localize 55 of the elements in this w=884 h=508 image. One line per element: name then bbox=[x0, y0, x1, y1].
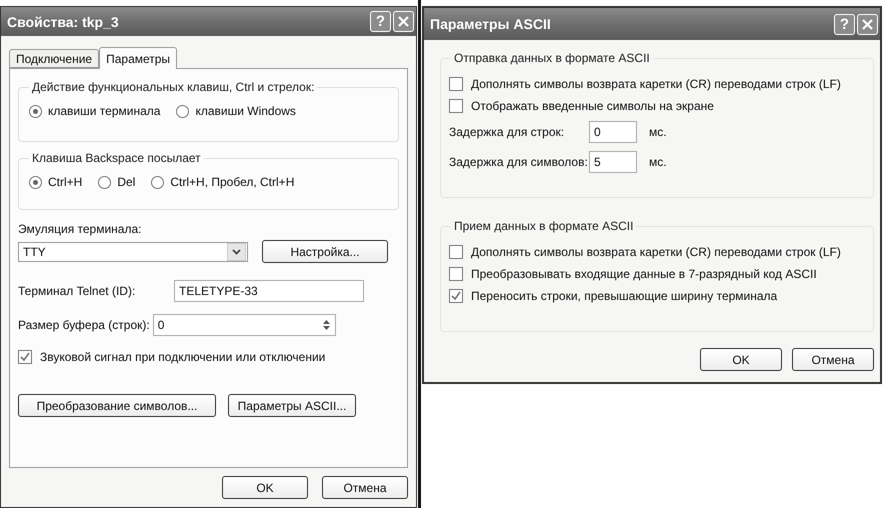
close-button[interactable] bbox=[857, 14, 878, 34]
field-label: Задержка для строк: bbox=[449, 125, 566, 139]
tab[interactable]: Подключение bbox=[9, 49, 100, 68]
checkbox[interactable] bbox=[449, 267, 463, 281]
close-icon bbox=[862, 18, 873, 30]
field-label: Размер буфера (строк): bbox=[18, 318, 150, 332]
terminal-dropdown[interactable]: TTY bbox=[18, 242, 248, 262]
field-label: Задержка для символов: bbox=[449, 155, 589, 169]
window-title: Свойства: tkp_3 bbox=[7, 14, 119, 30]
field-label: Терминал Telnet (ID): bbox=[18, 284, 136, 298]
checkbox[interactable] bbox=[18, 350, 32, 364]
group-legend: Отправка данных в формате ASCII bbox=[451, 51, 653, 65]
radio-button[interactable] bbox=[151, 176, 164, 188]
radio-button[interactable] bbox=[98, 176, 112, 188]
radio-button[interactable] bbox=[29, 104, 42, 118]
buffer-size-spinner[interactable]: 0 bbox=[152, 314, 336, 336]
window-title: Параметры ASCII bbox=[430, 16, 551, 32]
telnet-id-field[interactable]: TELETYPE-33 bbox=[174, 280, 364, 302]
radio-label: клавиши Windows bbox=[195, 104, 296, 118]
unit-label: мс. bbox=[649, 155, 667, 169]
close-button[interactable] bbox=[393, 11, 414, 32]
checkbox[interactable] bbox=[449, 99, 463, 113]
delay-field[interactable]: 0 bbox=[589, 121, 637, 143]
cancel-button[interactable]: Отмена bbox=[792, 348, 874, 371]
checkbox-label: Переносить строки, превышающие ширину терминала bbox=[471, 289, 778, 303]
radio-button[interactable] bbox=[176, 104, 190, 118]
radio-label: Del bbox=[117, 175, 136, 189]
setup-button[interactable]: Настройка... bbox=[262, 240, 388, 263]
radio-label: клавиши терминала bbox=[48, 104, 160, 118]
dialog-button[interactable]: Параметры ASCII... bbox=[228, 394, 356, 417]
ok-button[interactable]: OK bbox=[222, 476, 308, 499]
radio-label: Ctrl+H bbox=[48, 175, 82, 189]
field-label: Эмуляция терминала: bbox=[18, 222, 142, 236]
checkbox-label: Дополнять символы возврата каретки (CR) переводами строк (LF) bbox=[471, 77, 841, 91]
group-legend: Действие функциональных клавиш, Ctrl и стрелок: bbox=[29, 80, 318, 94]
checkbox[interactable] bbox=[449, 289, 463, 303]
checkbox[interactable] bbox=[449, 77, 463, 91]
unit-label: мс. bbox=[649, 125, 667, 139]
spinner-arrows-icon bbox=[322, 319, 331, 331]
tab[interactable]: Параметры bbox=[99, 47, 178, 69]
checkbox-label: Преобразовывать входящие данные в 7-разрядный код ASCII bbox=[471, 267, 817, 281]
checkbox-label: Звуковой сигнал при подключении или отключении bbox=[40, 350, 326, 364]
radio-button[interactable] bbox=[29, 176, 42, 188]
ok-button[interactable]: OK bbox=[700, 348, 782, 371]
radio-label: Ctrl+H, Пробел, Ctrl+H bbox=[170, 175, 294, 189]
checkbox-label: Дополнять символы возврата каретки (CR) переводами строк (LF) bbox=[471, 245, 841, 259]
checkbox[interactable] bbox=[449, 245, 463, 259]
dialog-button[interactable]: Преобразование символов... bbox=[18, 394, 216, 417]
checkbox-label: Отображать введенные символы на экране bbox=[471, 99, 714, 113]
delay-field[interactable]: 5 bbox=[589, 151, 637, 173]
chevron-down-icon bbox=[232, 248, 241, 254]
close-icon bbox=[398, 16, 409, 27]
cancel-button[interactable]: Отмена bbox=[322, 476, 408, 499]
group-legend: Прием данных в формате ASCII bbox=[451, 219, 636, 233]
group-legend: Клавиша Backspace посылает bbox=[29, 151, 204, 165]
